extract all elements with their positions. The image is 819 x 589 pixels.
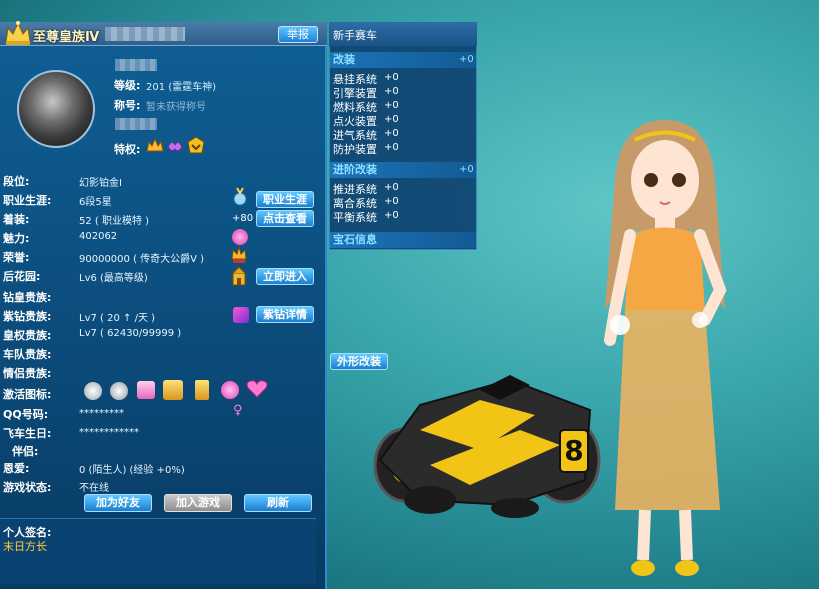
redacted-text <box>115 118 157 130</box>
stat-value: +0 <box>384 142 399 153</box>
career-label: 职业生涯: <box>3 194 52 207</box>
purple-diamond-icon <box>233 307 249 323</box>
title-label: 称号: <box>114 99 141 112</box>
rank-label: 段位: <box>3 175 30 188</box>
avatar[interactable] <box>17 70 95 148</box>
honor-crown-icon <box>231 245 247 263</box>
diamond-noble-label: 钻皇贵族: <box>3 291 52 304</box>
qq-value: ********* <box>79 408 124 419</box>
purple-noble-value: Lv7 ( 20 ↑ /天 ) <box>79 313 156 324</box>
charm-label: 魅力: <box>3 232 30 245</box>
female-gender-icon: ♀ <box>233 403 243 418</box>
birthday-value: ************ <box>79 427 139 438</box>
purple-detail-button[interactable]: 紫钻详情 <box>256 306 314 323</box>
advanced-section-plus: +0 <box>459 164 474 175</box>
title-value: 暂未获得称号 <box>146 102 206 113</box>
affection-value: 0 (陌生人) (经验 +0%) <box>79 465 185 476</box>
activated-heart-icon[interactable] <box>221 381 239 399</box>
activated-clock-icon[interactable] <box>84 382 102 400</box>
character-avatar-image <box>604 120 727 576</box>
gem-section-header[interactable]: 宝石信息 <box>330 232 476 248</box>
charm-heart-icon <box>232 229 248 245</box>
level-label: 等级: <box>114 79 141 92</box>
activated-badge-icon[interactable] <box>163 380 183 400</box>
redacted-text <box>115 59 157 71</box>
level-value: 201 (雷霆车神) <box>146 82 217 93</box>
honor-label: 荣誉: <box>3 251 30 264</box>
crown-icon <box>5 21 31 45</box>
outfit-bonus: +80 <box>232 213 254 224</box>
add-friend-button[interactable]: 加为好友 <box>84 494 152 512</box>
appearance-mod-button[interactable]: 外形改装 <box>330 353 388 370</box>
kart-number: 8 <box>564 434 583 467</box>
stat-value: +0 <box>384 210 399 221</box>
game-status-value: 不在线 <box>79 483 109 494</box>
game-status-label: 游戏状态: <box>3 481 52 494</box>
purple-noble-label: 紫钻贵族: <box>3 310 52 323</box>
garden-label: 后花园: <box>3 270 41 283</box>
garden-castle-icon <box>232 266 246 286</box>
activated-card-icon[interactable] <box>195 380 209 400</box>
enter-garden-button[interactable]: 立即进入 <box>256 268 314 285</box>
charm-value: 402062 <box>79 231 118 242</box>
rank-value: 幻影铂金Ⅰ <box>79 178 122 189</box>
vip-title: 至尊皇族Ⅳ <box>33 30 100 45</box>
active-icons-label: 激活图标: <box>3 388 52 401</box>
privilege-crown-icon[interactable] <box>146 137 164 155</box>
join-game-button[interactable]: 加入游戏 <box>164 494 232 512</box>
privilege-wing-icon[interactable] <box>166 137 184 155</box>
team-noble-label: 车队贵族: <box>3 348 52 361</box>
stat-value: +0 <box>384 100 399 111</box>
report-button[interactable]: 举报 <box>278 26 318 43</box>
partner-label: 伴侣: <box>12 445 39 458</box>
career-value: 6段5星 <box>79 197 112 208</box>
modify-section-plus: +0 <box>459 54 474 65</box>
stat-value: +0 <box>384 114 399 125</box>
stat-value: +0 <box>384 72 399 83</box>
stat-value: +0 <box>384 86 399 97</box>
refresh-button[interactable]: 刷新 <box>244 494 312 512</box>
activated-gift-icon[interactable] <box>137 381 155 399</box>
affection-label: 恩爱: <box>3 462 30 475</box>
royal-noble-value: Lv7 ( 62430/99999 ) <box>79 328 182 339</box>
outfit-label: 着装: <box>3 213 30 226</box>
stat-name: 防护装置 <box>333 143 377 156</box>
signature-text: 末日方长 <box>3 540 47 553</box>
view-outfit-button[interactable]: 点击查看 <box>256 210 314 227</box>
royal-noble-label: 皇权贵族: <box>3 329 52 342</box>
stat-value: +0 <box>384 128 399 139</box>
modify-section-header: 改装 <box>330 52 476 68</box>
birthday-label: 飞车生日: <box>3 427 52 440</box>
redacted-name <box>105 27 185 41</box>
career-button[interactable]: 职业生涯 <box>256 191 314 208</box>
activated-shield-icon[interactable] <box>110 382 128 400</box>
activated-love-icon[interactable] <box>246 379 268 399</box>
stat-value: +0 <box>384 182 399 193</box>
stat-name: 平衡系统 <box>333 211 377 224</box>
privilege-label: 特权: <box>114 143 141 156</box>
kart-image: 8 <box>373 375 601 518</box>
stat-value: +0 <box>384 196 399 207</box>
honor-value: 90000000 ( 传奇大公爵Ⅴ ) <box>79 254 205 265</box>
outfit-value: 52 ( 职业模特 ) <box>79 216 150 227</box>
qq-label: QQ号码: <box>3 408 49 421</box>
career-medal-icon <box>233 187 247 206</box>
couple-noble-label: 情侣贵族: <box>3 367 52 380</box>
car-name: 新手赛车 <box>333 29 377 42</box>
privilege-badge-icon[interactable] <box>186 136 206 156</box>
advanced-section-header: 进阶改装 <box>330 162 476 178</box>
garden-value: Lv6 (最高等级) <box>79 273 148 284</box>
